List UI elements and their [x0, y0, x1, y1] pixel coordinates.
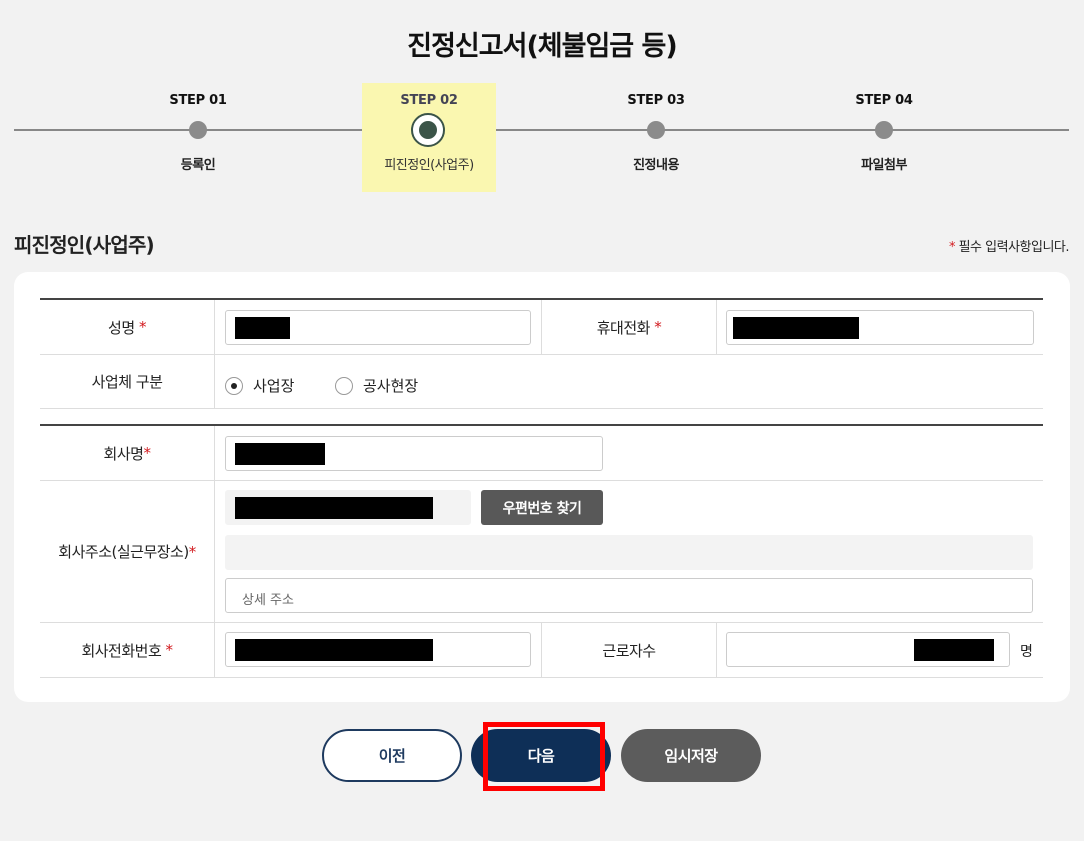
company-phone-input[interactable] [225, 632, 531, 667]
step-label: 파일첨부 [861, 158, 907, 173]
label-text: 회사전화번호 [81, 641, 162, 660]
required-mark: * [143, 444, 151, 462]
detail-address-placeholder: 상세 주소 [242, 593, 294, 608]
temp-save-button[interactable]: 임시저장 [621, 729, 761, 782]
step-number: STEP 02 [400, 93, 458, 108]
radio-construction-site[interactable]: 공사현장 [335, 375, 418, 396]
required-mark: * [188, 542, 197, 561]
mobile-cell [717, 300, 1043, 354]
redacted-value [235, 497, 433, 519]
step-1[interactable]: STEP 01 등록인 [131, 83, 265, 192]
name-input[interactable] [225, 310, 531, 345]
label-text: 성명 [108, 318, 135, 337]
step-label: 등록인 [180, 158, 216, 173]
step-4[interactable]: STEP 04 파일첨부 [817, 83, 951, 192]
radio-unchecked-icon [335, 376, 353, 395]
company-phone-label: 회사전화번호 * [40, 623, 215, 677]
form-card: 성명 * 휴대전화 * 사업체 구분 사업장 공사현장 회사명 * 회사주소(실… [14, 272, 1070, 702]
radio-business-site[interactable]: 사업장 [225, 375, 294, 396]
name-cell [215, 300, 541, 354]
company-address-cell: 우편번호 찾기 상세 주소 [215, 481, 1043, 622]
stepper: STEP 01 등록인 STEP 02 피진정인(사업주) STEP 03 진정… [0, 83, 1084, 193]
table-row: 사업체 구분 사업장 공사현장 [40, 355, 1043, 409]
prev-button[interactable]: 이전 [322, 729, 462, 782]
detail-address-input[interactable]: 상세 주소 [225, 578, 1033, 613]
radio-label: 공사현장 [363, 377, 419, 395]
company-name-cell [215, 426, 1043, 480]
address-input[interactable] [225, 535, 1033, 570]
workers-label: 근로자수 [541, 623, 717, 677]
required-mark: * [138, 318, 147, 336]
required-note-text: 필수 입력사항입니다. [958, 240, 1070, 255]
required-mark: * [654, 318, 662, 336]
step-label: 진정내용 [633, 158, 679, 173]
table-row: 회사명 * [40, 426, 1043, 481]
radio-checked-icon [225, 376, 243, 395]
step-number: STEP 04 [855, 93, 913, 108]
step-dot-icon [647, 121, 665, 139]
step-active-dot-icon [411, 113, 445, 147]
workers-input[interactable] [726, 632, 1010, 667]
name-label: 성명 * [40, 300, 215, 354]
required-note: * 필수 입력사항입니다. [948, 236, 1070, 255]
step-dot-icon [875, 121, 893, 139]
redacted-value [733, 317, 859, 339]
step-dot-icon [189, 121, 207, 139]
company-name-input[interactable] [225, 436, 603, 471]
company-phone-cell [215, 623, 541, 677]
section-title: 피진정인(사업주) [14, 233, 155, 257]
zip-search-button[interactable]: 우편번호 찾기 [481, 490, 603, 525]
redacted-value [235, 639, 433, 661]
business-type-label: 사업체 구분 [40, 355, 215, 408]
label-text: 휴대전화 [596, 318, 651, 337]
table-row: 성명 * 휴대전화 * [40, 300, 1043, 355]
zipcode-input[interactable] [225, 490, 471, 525]
table-row: 회사전화번호 * 근로자수 명 [40, 623, 1043, 678]
step-number: STEP 01 [169, 93, 227, 108]
mobile-label: 휴대전화 * [541, 300, 717, 354]
redacted-value [914, 639, 994, 661]
business-type-cell: 사업장 공사현장 [215, 355, 1043, 408]
mobile-input[interactable] [726, 310, 1034, 345]
label-text: 회사주소(실근무장소) [58, 543, 189, 561]
radio-label: 사업장 [253, 377, 295, 395]
step-label: 피진정인(사업주) [384, 158, 474, 173]
redacted-value [235, 443, 325, 465]
workers-unit: 명 [1020, 644, 1033, 660]
required-mark: * [165, 641, 174, 659]
required-mark: * [948, 240, 956, 255]
step-number: STEP 03 [627, 93, 685, 108]
redacted-value [235, 317, 290, 339]
company-info-table: 회사명 * 회사주소(실근무장소) * 우편번호 찾기 상세 주소 회사전화번호… [40, 424, 1043, 678]
table-row: 회사주소(실근무장소) * 우편번호 찾기 상세 주소 [40, 481, 1043, 623]
company-address-label: 회사주소(실근무장소) * [40, 481, 215, 622]
owner-info-table: 성명 * 휴대전화 * 사업체 구분 사업장 공사현장 [40, 298, 1043, 409]
company-name-label: 회사명 * [40, 426, 215, 480]
step-2[interactable]: STEP 02 피진정인(사업주) [362, 83, 496, 192]
highlight-box [483, 722, 605, 791]
workers-cell: 명 [717, 623, 1043, 677]
page-title: 진정신고서(체불임금 등) [407, 31, 677, 62]
step-3[interactable]: STEP 03 진정내용 [589, 83, 723, 192]
label-text: 회사명 [103, 444, 144, 463]
